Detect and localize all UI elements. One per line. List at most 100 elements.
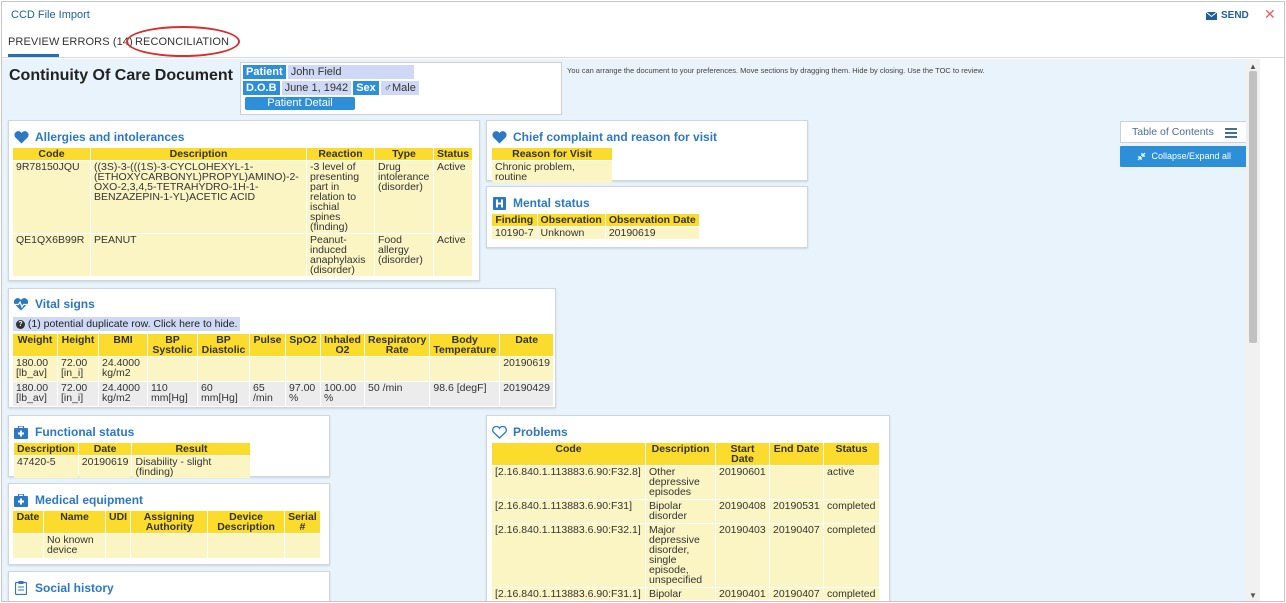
functional-status-card[interactable]: Functional status Description Date Resul… — [8, 415, 330, 478]
vertical-scrollbar[interactable]: ▲ ▼ — [1246, 59, 1260, 601]
send-button[interactable]: SEND — [1206, 10, 1249, 21]
col-name: Name — [44, 511, 105, 533]
ccd-import-window: CCD File Import SEND ✕ PREVIEW ERRORS (1… — [1, 1, 1285, 602]
medical-equipment-title: Medical equipment — [35, 493, 144, 507]
scroll-up-icon[interactable]: ▲ — [1249, 62, 1257, 71]
finding-value: 10190-7 — [492, 227, 537, 239]
col-weight: Weight — [13, 334, 57, 356]
send-label: SEND — [1221, 10, 1249, 21]
envelope-icon — [1206, 11, 1217, 20]
col-type: Type — [375, 148, 433, 160]
problem-status: active — [824, 466, 879, 499]
social-history-card[interactable]: Social history — [8, 571, 330, 601]
table-row: 9R78150JQU ((3S)-3-(((1S)-3-CYCLOHEXYL-1… — [13, 161, 473, 233]
mental-status-title: Mental status — [513, 196, 590, 210]
col-date: Date — [500, 334, 554, 356]
table-row: [2.16.840.1.113883.6.90:F32.8] Other dep… — [492, 466, 879, 499]
problem-start: 20190601 — [716, 466, 769, 499]
tab-reconciliation-label: RECONCILIATION — [135, 36, 230, 48]
vital-cell — [430, 357, 500, 381]
allergy-reaction: Peanut-induced anaphylaxis (disorder) — [307, 234, 374, 276]
vital-signs-title: Vital signs — [35, 297, 95, 311]
col-spo2: SpO2 — [286, 334, 320, 356]
allergies-card[interactable]: Allergies and intolerances Code Descript… — [8, 120, 480, 281]
problem-code: [2.16.840.1.113883.6.90:F31.1] — [492, 588, 645, 600]
document-title: Continuity Of Care Document — [9, 67, 234, 84]
problem-code: [2.16.840.1.113883.6.90:F32.8] — [492, 466, 645, 499]
vital-cell: 97.00 % — [286, 382, 320, 406]
problem-status: completed — [824, 588, 879, 600]
table-row: Chronic problem, routine — [492, 161, 612, 183]
chief-complaint-table: Reason for Visit Chronic problem, routin… — [491, 147, 613, 184]
vital-cell — [365, 357, 430, 381]
functional-description: 47420-5 — [14, 456, 78, 478]
functional-status-title: Functional status — [35, 425, 135, 439]
patient-label: Patient — [243, 65, 286, 79]
problems-card[interactable]: Problems Code Description Start Date End… — [486, 415, 890, 601]
patient-box: Patient John Field D.O.B June 1, 1942 Se… — [240, 62, 562, 115]
vital-cell: 20190619 — [500, 357, 554, 381]
col-date: Date — [78, 443, 132, 455]
equipment-name: No known device — [44, 534, 105, 558]
chief-complaint-card[interactable]: Chief complaint and reason for visit Rea… — [486, 120, 808, 184]
patient-name: John Field — [287, 65, 414, 79]
col-end-date: End Date — [770, 443, 823, 465]
scroll-thumb[interactable] — [1249, 71, 1257, 343]
clipboard-icon — [13, 581, 29, 595]
info-icon: ? — [16, 319, 25, 329]
vital-signs-table: Weight Height BMI BP Systolic BP Diastol… — [12, 333, 554, 407]
equipment-authority — [131, 534, 208, 558]
problem-description: Bipolar — [646, 588, 715, 600]
col-date: Date — [13, 511, 43, 533]
tab-preview[interactable]: PREVIEW — [8, 36, 60, 57]
problems-title: Problems — [513, 425, 568, 439]
medical-equipment-card[interactable]: Medical equipment Date Name UDI Assignin… — [8, 483, 330, 565]
mental-status-card[interactable]: Mental status Finding Observation Observ… — [486, 186, 808, 248]
col-serial: Serial # — [285, 511, 320, 533]
sex-value: ♂Male — [380, 81, 419, 95]
allergy-status: Active — [434, 161, 473, 233]
table-row: 47420-5 20190619 Disability - slight (fi… — [14, 456, 251, 478]
close-button[interactable]: ✕ — [1264, 6, 1276, 23]
duplicate-row-notice[interactable]: ? (1) potential duplicate row. Click her… — [13, 317, 241, 331]
allergy-type: Drug intolerance (disorder) — [375, 161, 433, 233]
vital-cell: 50 /min — [365, 382, 430, 406]
col-description: Description — [646, 443, 715, 465]
toc-label: Table of Contents — [1132, 126, 1214, 138]
vital-cell: 110 mm[Hg] — [148, 382, 197, 406]
vital-cell: 65 /min — [250, 382, 285, 406]
allergy-type: Food allergy (disorder) — [375, 234, 433, 276]
vital-cell: 72.00 [in_i] — [58, 382, 98, 406]
duplicate-row-text: (1) potential duplicate row. Click here … — [27, 318, 238, 330]
heart-icon — [13, 130, 29, 144]
tab-errors[interactable]: ERRORS (14) — [62, 36, 133, 48]
problem-end — [770, 466, 823, 499]
heart-outline-icon — [491, 425, 507, 439]
tab-reconciliation[interactable]: RECONCILIATION — [135, 36, 229, 48]
problem-end: 20190407 — [770, 524, 823, 587]
col-height: Height — [58, 334, 98, 356]
collapse-expand-button[interactable]: Collapse/Expand all — [1120, 146, 1246, 167]
collapse-expand-label: Collapse/Expand all — [1151, 151, 1232, 161]
functional-result: Disability - slight (finding) — [132, 456, 251, 478]
table-row: [2.16.840.1.113883.6.90:F32.1] Major dep… — [492, 524, 879, 587]
vital-signs-card[interactable]: Vital signs ? (1) potential duplicate ro… — [8, 288, 556, 408]
table-of-contents-button[interactable]: Table of Contents — [1120, 121, 1246, 143]
window-title: CCD File Import — [11, 9, 90, 21]
patient-detail-button[interactable]: Patient Detail — [245, 97, 355, 110]
vital-cell — [286, 357, 320, 381]
problem-description: Other depressive episodes — [646, 466, 715, 499]
table-row: 180.00 [lb_av] 72.00 [in_i] 24.4000 kg/m… — [13, 382, 554, 406]
observation-value: Unknown — [537, 227, 605, 239]
col-reaction: Reaction — [307, 148, 374, 160]
heart-icon — [491, 130, 507, 144]
scroll-down-icon[interactable]: ▼ — [1249, 591, 1257, 600]
equipment-udi — [106, 534, 131, 558]
medical-equipment-table: Date Name UDI Assigning Authority Device… — [12, 510, 321, 559]
col-finding: Finding — [492, 214, 537, 226]
col-bp-systolic: BP Systolic — [148, 334, 197, 356]
table-row: 10190-7 Unknown 20190619 — [492, 227, 699, 239]
col-body-temperature: Body Temperature — [430, 334, 500, 356]
col-bmi: BMI — [99, 334, 147, 356]
col-inhaled-o2: Inhaled O2 — [321, 334, 364, 356]
